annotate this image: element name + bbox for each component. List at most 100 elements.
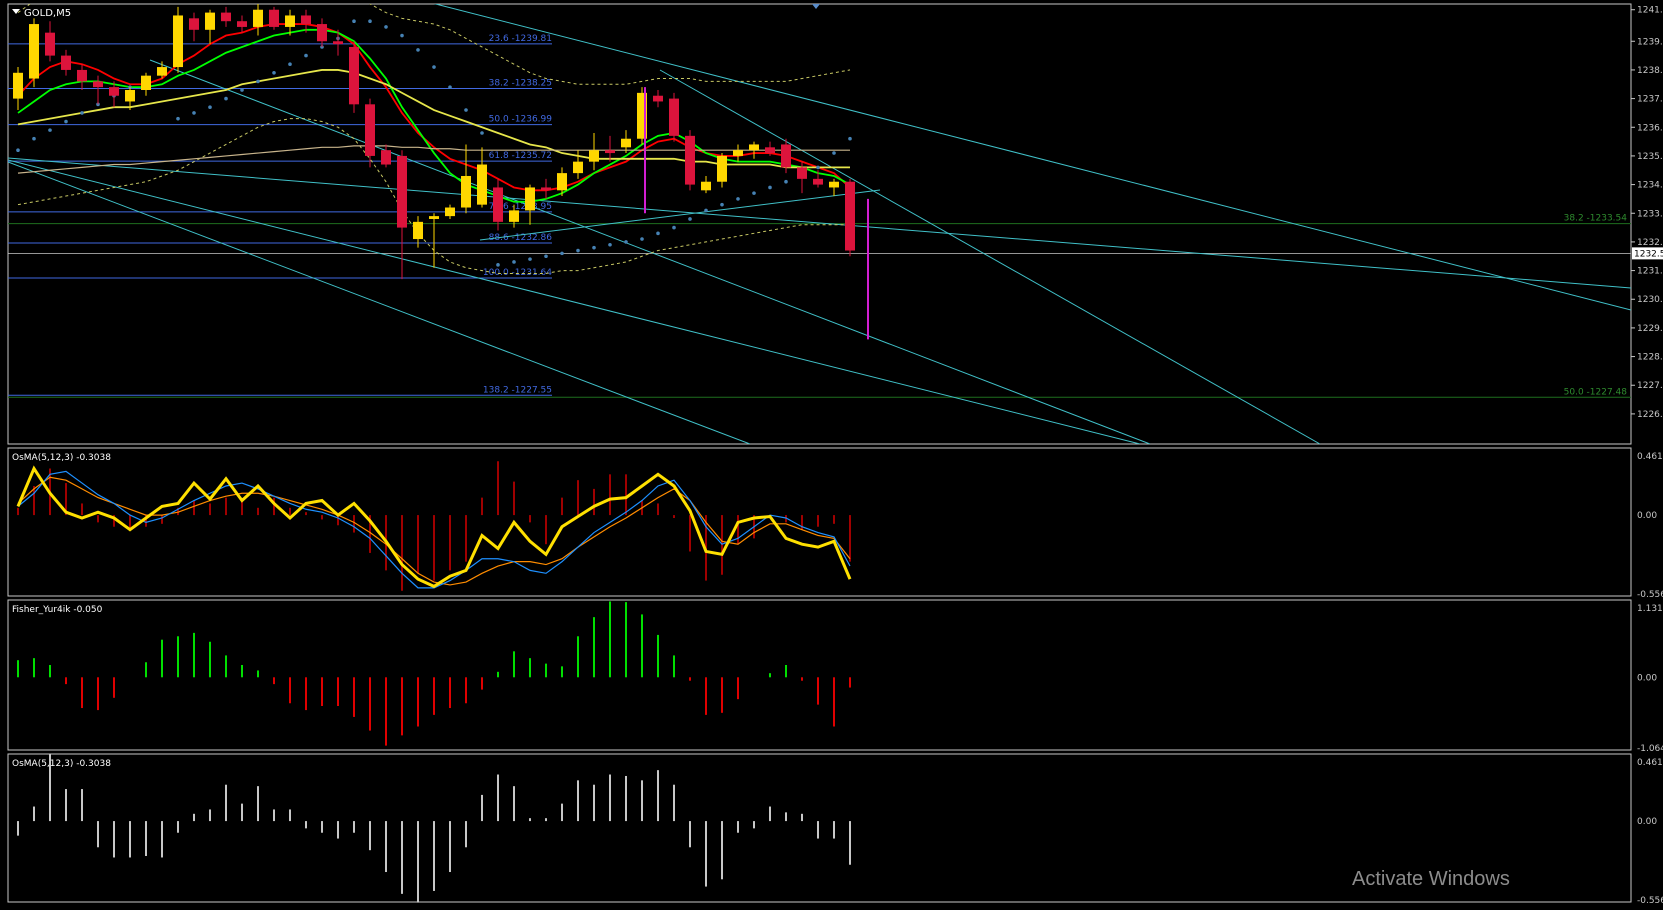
channel-line (433, 4, 1631, 311)
trading-chart[interactable]: 23.6 -1239.81 38.2 -1238.25 50.0 -1236.99 6… (0, 0, 1663, 906)
price-tick-label: 1228.9 (1637, 353, 1663, 363)
psar-dot (464, 108, 468, 112)
price-tick-label: 1236.9 (1637, 123, 1663, 133)
sub-tick-label: 0.00 (1637, 817, 1657, 827)
candle-body (349, 46, 359, 105)
psar-dot (656, 231, 660, 236)
candle-body (685, 135, 695, 185)
price-tick-label: 1226.9 (1637, 410, 1663, 420)
activate-windows-watermark: Activate Windows (1352, 868, 1510, 890)
sub-tick-label: -1.064 (1637, 744, 1663, 754)
psar-dot (384, 25, 388, 29)
psar-dot (672, 225, 676, 230)
candle-body (541, 187, 551, 191)
sub-tick-label: 0.461 (1637, 758, 1663, 768)
candle-body (157, 67, 167, 76)
sub-tick-label: -0.556 (1637, 590, 1663, 600)
main-plot: 23.6 -1239.81 38.2 -1238.25 50.0 -1236.99 6… (8, 4, 1631, 444)
indicator-title: OsMA(5,12,3) -0.3038 (12, 759, 111, 769)
price-tick-label: 1232.9 (1637, 238, 1663, 248)
psar-dot (704, 208, 708, 213)
channel-line (8, 161, 751, 444)
psar-dot (688, 217, 692, 221)
envelope-upper (17, 4, 851, 85)
candle-body (669, 98, 679, 136)
channel-line (149, 59, 1151, 444)
candle-body (653, 95, 663, 102)
candle-body (253, 9, 263, 27)
candle-body (733, 150, 743, 156)
pane-frame-1 (7, 447, 1632, 597)
price-tick-label: 1237.9 (1637, 95, 1663, 105)
pane-frame-2 (7, 599, 1632, 751)
candle-body (621, 138, 631, 148)
candle-body (781, 144, 791, 168)
psar-dot (528, 257, 532, 261)
candle-body (589, 150, 599, 162)
candle-body (141, 75, 151, 90)
candle-body (509, 210, 519, 222)
symbol-label: GOLD,M5 (24, 8, 71, 19)
psar-dot (544, 254, 548, 259)
candle-body (189, 18, 199, 30)
fib-label: 38.2 -1238.25 (489, 79, 552, 89)
psar-dot (64, 119, 68, 124)
psar-dot (832, 151, 836, 155)
psar-dot (768, 185, 772, 190)
candle-body (477, 164, 487, 205)
fib2-label: 50.0 -1227.48 (1564, 387, 1628, 397)
channel-line (659, 69, 1321, 444)
psar-dot (816, 165, 820, 170)
psar-dot (480, 131, 484, 135)
psar-dot (240, 88, 244, 92)
indicator-title: OsMA(5,12,3) -0.3038 (12, 453, 111, 463)
candle-body (205, 12, 215, 30)
candle-body (429, 216, 439, 219)
osma-plot (16, 461, 852, 591)
psar-dot (576, 248, 580, 253)
price-tick-label: 1235.9 (1637, 152, 1663, 162)
psar-dot (496, 263, 500, 267)
candle-body (397, 155, 407, 228)
psar-dot (720, 202, 724, 207)
psar-dot (304, 53, 308, 58)
price-tick-label: 1241.0 (1637, 6, 1663, 16)
sub-tick-label: 0.00 (1637, 673, 1657, 683)
price-tick-label: 1238.9 (1637, 66, 1663, 76)
chart-root[interactable]: 23.6 -1239.81 38.2 -1238.25 50.0 -1236.99 6… (0, 0, 1663, 906)
candle-body (605, 150, 615, 154)
psar-dot (752, 191, 756, 195)
fib-label: 23.6 -1239.81 (489, 34, 552, 44)
psar-dot (368, 19, 372, 23)
psar-dot (208, 105, 212, 109)
candle-body (365, 104, 375, 156)
price-tick-label: 1229.9 (1637, 324, 1663, 334)
fib-label: 61.8 -1235.72 (489, 151, 552, 161)
fib2-label: 38.2 -1233.54 (1564, 214, 1628, 224)
psar-dot (48, 128, 52, 132)
psar-dot (272, 70, 276, 75)
candle-body (173, 15, 183, 68)
price-tick-label: 1231.9 (1637, 267, 1663, 277)
candle-body (109, 87, 119, 96)
fib-label: 138.2 -1227.55 (483, 385, 552, 395)
candle-body (13, 72, 23, 99)
candle-body (525, 187, 535, 211)
candle-body (285, 15, 295, 27)
psar-dot (560, 251, 564, 256)
candle-body (829, 181, 839, 188)
psar-dot (32, 136, 36, 141)
candle-body (749, 144, 759, 151)
candle-body (413, 221, 423, 240)
sub-tick-label: 1.131 (1637, 604, 1663, 614)
candle-body (461, 175, 471, 208)
candle-body (45, 32, 55, 56)
psar-dot (608, 242, 612, 247)
price-tick-label: 1227.9 (1637, 381, 1663, 391)
candle-body (445, 207, 455, 217)
indicator-title: Fisher_Yur4ik -0.050 (12, 605, 103, 615)
candle-body (93, 81, 103, 88)
channel-line (479, 189, 881, 241)
channel-line (8, 159, 1141, 444)
psar-dot (192, 111, 196, 115)
